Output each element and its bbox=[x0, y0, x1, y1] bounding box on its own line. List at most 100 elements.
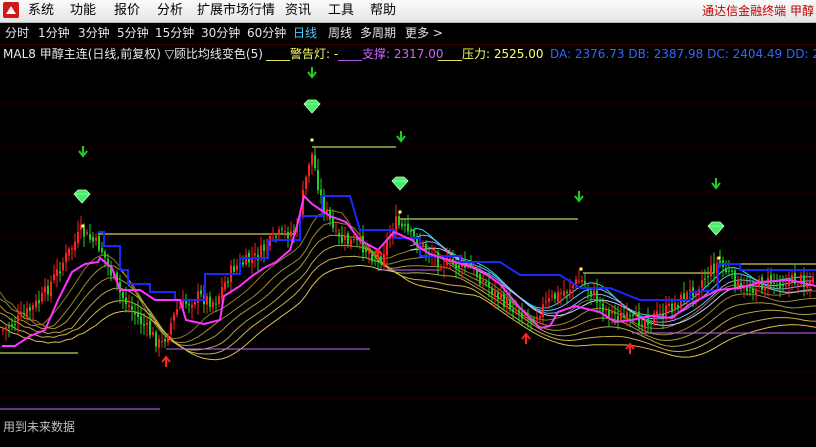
candle-body bbox=[284, 230, 286, 232]
candle-body bbox=[635, 314, 637, 316]
candle-body bbox=[518, 310, 520, 314]
menu-news[interactable]: 资讯 bbox=[285, 3, 311, 19]
candle-body bbox=[590, 291, 592, 297]
candle-body bbox=[191, 304, 193, 308]
tab-60min[interactable]: 60分钟 bbox=[247, 26, 286, 41]
menu-tools[interactable]: 工具 bbox=[328, 3, 354, 19]
candle-body bbox=[68, 248, 70, 256]
candle-body bbox=[272, 233, 274, 235]
candle-body bbox=[521, 313, 523, 319]
menu-function[interactable]: 功能 bbox=[70, 3, 96, 19]
candle-body bbox=[200, 290, 202, 295]
candle-body bbox=[122, 292, 124, 298]
candle-body bbox=[332, 216, 334, 228]
candle-body bbox=[491, 288, 493, 295]
signal-dot bbox=[398, 210, 402, 214]
menu-analysis[interactable]: 分析 bbox=[157, 3, 183, 19]
candle-body bbox=[56, 269, 58, 276]
candle-body bbox=[476, 269, 478, 277]
candle-body bbox=[218, 295, 220, 304]
candle-body bbox=[341, 236, 343, 243]
candle-body bbox=[17, 315, 19, 322]
tab-30min[interactable]: 30分钟 bbox=[201, 26, 240, 41]
candle-body bbox=[539, 316, 541, 319]
candle-body bbox=[542, 304, 544, 317]
candle-body bbox=[32, 305, 34, 310]
indicator-info-bar: MAL8 甲醇主连(日线,前复权) ▽顾比均线变色(5) ____警告灯: - … bbox=[0, 45, 816, 63]
tab-15min[interactable]: 15分钟 bbox=[155, 26, 194, 41]
candle-body bbox=[101, 247, 103, 253]
candle-body bbox=[365, 249, 367, 252]
candle-body bbox=[515, 309, 517, 311]
candle-body bbox=[290, 231, 292, 237]
candle-body bbox=[158, 339, 160, 348]
candle-body bbox=[566, 292, 568, 294]
candle-body bbox=[320, 189, 322, 196]
candle-body bbox=[263, 244, 265, 251]
menu-system[interactable]: 系统 bbox=[28, 3, 54, 19]
candle-body bbox=[179, 306, 181, 308]
candle-body bbox=[677, 304, 679, 308]
menu-bar: 系统 功能 报价 分析 扩展市场行情 资讯 工具 帮助 通达信金融终端 甲醇 bbox=[0, 0, 816, 23]
candle-body bbox=[314, 155, 316, 169]
candle-body bbox=[47, 285, 49, 295]
sell-arrow-icon bbox=[711, 178, 721, 190]
candle-body bbox=[347, 233, 349, 244]
candle-body bbox=[326, 209, 328, 213]
candle-body bbox=[623, 315, 625, 318]
indicator-title: MAL8 甲醇主连(日线,前复权) ▽顾比均线变色(5) bbox=[3, 47, 263, 61]
candle-body bbox=[734, 270, 736, 289]
candle-body bbox=[275, 236, 277, 238]
future-data-label: 用到未来数据 bbox=[3, 420, 76, 434]
candle-body bbox=[335, 230, 337, 232]
candle-body bbox=[761, 277, 763, 290]
candle-body bbox=[20, 312, 22, 316]
candle-body bbox=[737, 280, 739, 288]
menu-quote[interactable]: 报价 bbox=[114, 3, 140, 19]
candle-body bbox=[812, 277, 814, 283]
candle-body bbox=[287, 232, 289, 239]
menu-help[interactable]: 帮助 bbox=[370, 3, 396, 19]
candle-body bbox=[617, 316, 619, 321]
candle-body bbox=[437, 252, 439, 267]
candle-body bbox=[707, 276, 709, 278]
candle-body bbox=[641, 325, 643, 327]
signal-dot bbox=[81, 224, 85, 228]
tab-weekly[interactable]: 周线 bbox=[328, 26, 352, 41]
candle-body bbox=[686, 292, 688, 301]
tab-multi-period[interactable]: 多周期 bbox=[360, 26, 396, 41]
tab-more[interactable]: 更多 > bbox=[405, 26, 443, 41]
candle-body bbox=[212, 302, 214, 308]
tab-1min[interactable]: 1分钟 bbox=[38, 26, 70, 41]
tab-time-sharing[interactable]: 分时 bbox=[5, 26, 29, 41]
candle-body bbox=[728, 270, 730, 272]
candle-body bbox=[548, 298, 550, 302]
candle-body bbox=[608, 310, 610, 317]
tab-5min[interactable]: 5分钟 bbox=[117, 26, 149, 41]
tab-3min[interactable]: 3分钟 bbox=[78, 26, 110, 41]
candle-body bbox=[752, 288, 754, 294]
app-logo-icon[interactable] bbox=[3, 2, 19, 18]
candle-body bbox=[497, 293, 499, 300]
kline-chart[interactable] bbox=[0, 64, 816, 447]
candle-body bbox=[482, 279, 484, 282]
candle-body bbox=[632, 314, 634, 316]
candle-body bbox=[131, 306, 133, 310]
candle-body bbox=[581, 280, 583, 282]
candle-body bbox=[152, 332, 154, 336]
menu-extended-market[interactable]: 扩展市场行情 bbox=[197, 3, 275, 19]
candle-body bbox=[614, 312, 616, 314]
candle-body bbox=[59, 271, 61, 274]
candle-body bbox=[407, 223, 409, 232]
candle-body bbox=[398, 216, 400, 226]
candle-body bbox=[65, 253, 67, 263]
candle-body bbox=[260, 245, 262, 259]
tab-daily[interactable]: 日线 bbox=[293, 26, 317, 41]
indicator-values: DA: 2376.73 DB: 2387.98 DC: 2404.49 DD: … bbox=[550, 47, 816, 61]
candle-body bbox=[50, 281, 52, 297]
signal-dot bbox=[579, 267, 583, 271]
candle-body bbox=[500, 293, 502, 299]
candle-body bbox=[404, 224, 406, 226]
candle-body bbox=[755, 288, 757, 295]
warning-light-label: ____警告灯: - bbox=[266, 47, 339, 61]
